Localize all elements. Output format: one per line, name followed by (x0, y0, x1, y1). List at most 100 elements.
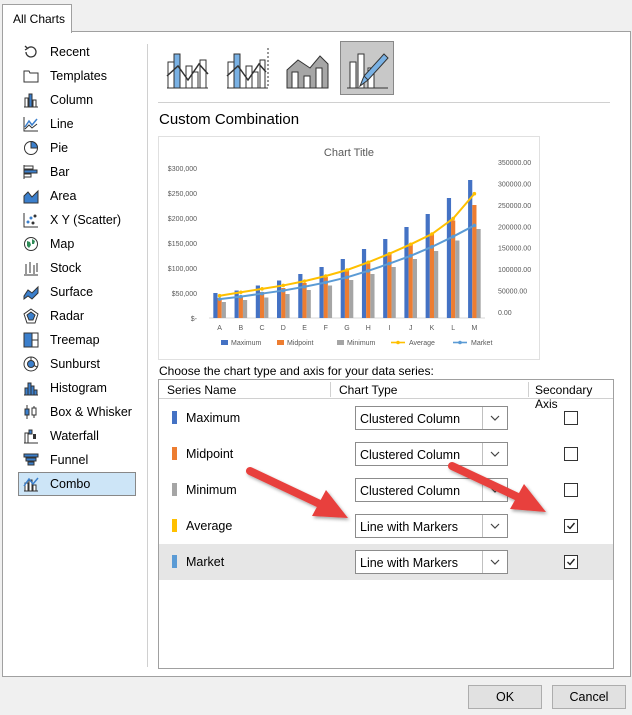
combo-column-line-secondary-thumb[interactable] (220, 41, 274, 95)
nav-item-pie[interactable]: Pie (19, 136, 137, 160)
nav-item-surface[interactable]: Surface (19, 280, 137, 304)
nav-item-label: Sunburst (50, 357, 101, 371)
series-row[interactable]: Midpoint Clustered Column (159, 436, 613, 472)
right-axis-tick-label: 150000.00 (498, 246, 531, 253)
nav-item-stock[interactable]: Stock (19, 256, 137, 280)
nav-item-combo[interactable]: Combo (18, 472, 136, 496)
legend-label: Maximum (231, 340, 262, 347)
nav-item-label: Map (50, 237, 75, 251)
market-marker (281, 288, 286, 293)
chevron-down-icon[interactable] (482, 443, 507, 465)
nav-item-treemap[interactable]: Treemap (19, 328, 137, 352)
chart-type-dropdown[interactable]: Clustered Column (355, 406, 508, 430)
maximum-bar (383, 239, 388, 318)
series-row[interactable]: Market Line with Markers (159, 544, 613, 580)
nav-item-label: Surface (50, 285, 94, 299)
custom-combination-thumb[interactable] (340, 41, 394, 95)
secondary-axis-checkbox[interactable] (564, 519, 578, 533)
chevron-down-icon[interactable] (482, 407, 507, 429)
category-label: I (388, 325, 390, 332)
chevron-down-icon[interactable] (482, 551, 507, 573)
nav-item-label: Funnel (50, 453, 89, 467)
category-label: B (239, 325, 244, 332)
chart-type-dropdown[interactable]: Line with Markers (355, 550, 508, 574)
nav-item-radar[interactable]: Radar (19, 304, 137, 328)
market-marker (387, 261, 392, 266)
right-axis-tick-label: 250000.00 (498, 203, 531, 210)
series-color-swatch (172, 519, 177, 532)
market-marker (430, 245, 434, 249)
nav-item-x-y-scatter[interactable]: X Y (Scatter) (19, 208, 137, 232)
category-label: G (344, 325, 349, 332)
nav-item-area[interactable]: Area (19, 184, 137, 208)
midpoint-bar (472, 205, 477, 318)
nav-item-recent[interactable]: Recent (19, 40, 137, 64)
series-name-header: Series Name (167, 383, 237, 397)
right-axis-tick-label: 350000.00 (498, 160, 531, 167)
series-row[interactable]: Maximum Clustered Column (159, 400, 613, 436)
combo-heading: Custom Combination (159, 111, 300, 128)
combo-column-line-icon (166, 53, 209, 89)
left-axis-tick-label: $100,000 (168, 266, 197, 273)
nav-item-line[interactable]: Line (19, 112, 137, 136)
nav-item-map[interactable]: Map (19, 232, 137, 256)
legend-swatch-maximum (221, 340, 228, 345)
nav-item-funnel[interactable]: Funnel (19, 448, 137, 472)
market-marker (217, 297, 222, 301)
ok-button[interactable]: OK (468, 685, 542, 709)
chevron-down-icon[interactable] (482, 515, 507, 537)
treemap-chart-icon (22, 331, 40, 349)
series-row[interactable]: Average Line with Markers (159, 508, 613, 544)
legend-label: Midpoint (287, 340, 314, 347)
line-chart-icon (22, 115, 40, 133)
waterfall-chart-icon (22, 427, 40, 445)
column-chart-icon (22, 91, 40, 109)
series-row[interactable]: Minimum Clustered Column (159, 472, 613, 508)
chart-type-list: Recent Templates Column Line Pie Bar Area X Y (… (18, 40, 137, 496)
average-marker (451, 216, 455, 221)
radar-chart-icon (22, 307, 40, 325)
combo-subtype-gallery (160, 41, 394, 95)
scatter-chart-icon (22, 211, 40, 229)
secondary-axis-checkbox[interactable] (564, 483, 578, 497)
secondary-axis-checkbox[interactable] (564, 447, 578, 461)
secondary-axis-checkbox[interactable] (564, 555, 578, 569)
midpoint-bar (259, 292, 265, 318)
nav-item-label: X Y (Scatter) (50, 213, 122, 227)
maximum-bar (234, 290, 239, 318)
divider (147, 44, 148, 667)
chart-type-dropdown[interactable]: Clustered Column (355, 478, 508, 502)
category-label: D (281, 325, 286, 332)
chevron-down-icon[interactable] (482, 479, 507, 501)
minimum-bar (412, 259, 417, 318)
nav-item-column[interactable]: Column (19, 88, 137, 112)
nav-item-sunburst[interactable]: Sunburst (19, 352, 137, 376)
cancel-button[interactable]: Cancel (552, 685, 626, 709)
combo-clustered-column-line-thumb[interactable] (160, 41, 214, 95)
midpoint-bar (238, 295, 243, 318)
secondary-axis-checkbox[interactable] (564, 411, 578, 425)
category-label: F (324, 325, 328, 332)
tab-all-charts[interactable]: All Charts (2, 4, 72, 33)
average-marker (345, 268, 349, 272)
left-axis-tick-label: $200,000 (168, 216, 197, 223)
nav-item-templates[interactable]: Templates (19, 64, 137, 88)
chart-type-dropdown[interactable]: Line with Markers (355, 514, 508, 538)
nav-item-box-whisker[interactable]: Box & Whisker (19, 400, 137, 424)
header-separator (330, 382, 331, 397)
right-axis-tick-label: 0.00 (498, 310, 512, 317)
market-marker (345, 275, 349, 280)
average-marker (387, 251, 392, 256)
nav-item-label: Column (50, 93, 94, 107)
nav-item-bar[interactable]: Bar (19, 160, 137, 184)
series-name: Average (186, 519, 233, 533)
combo-area-column-thumb[interactable] (280, 41, 334, 95)
nav-item-waterfall[interactable]: Waterfall (19, 424, 137, 448)
maximum-bar (213, 293, 218, 318)
chart-type-dropdown[interactable]: Clustered Column (355, 442, 508, 466)
nav-item-histogram[interactable]: Histogram (19, 376, 137, 400)
surface-chart-icon (22, 283, 40, 301)
average-marker (366, 260, 371, 265)
nav-item-label: Area (50, 189, 77, 203)
average-marker (217, 293, 222, 298)
